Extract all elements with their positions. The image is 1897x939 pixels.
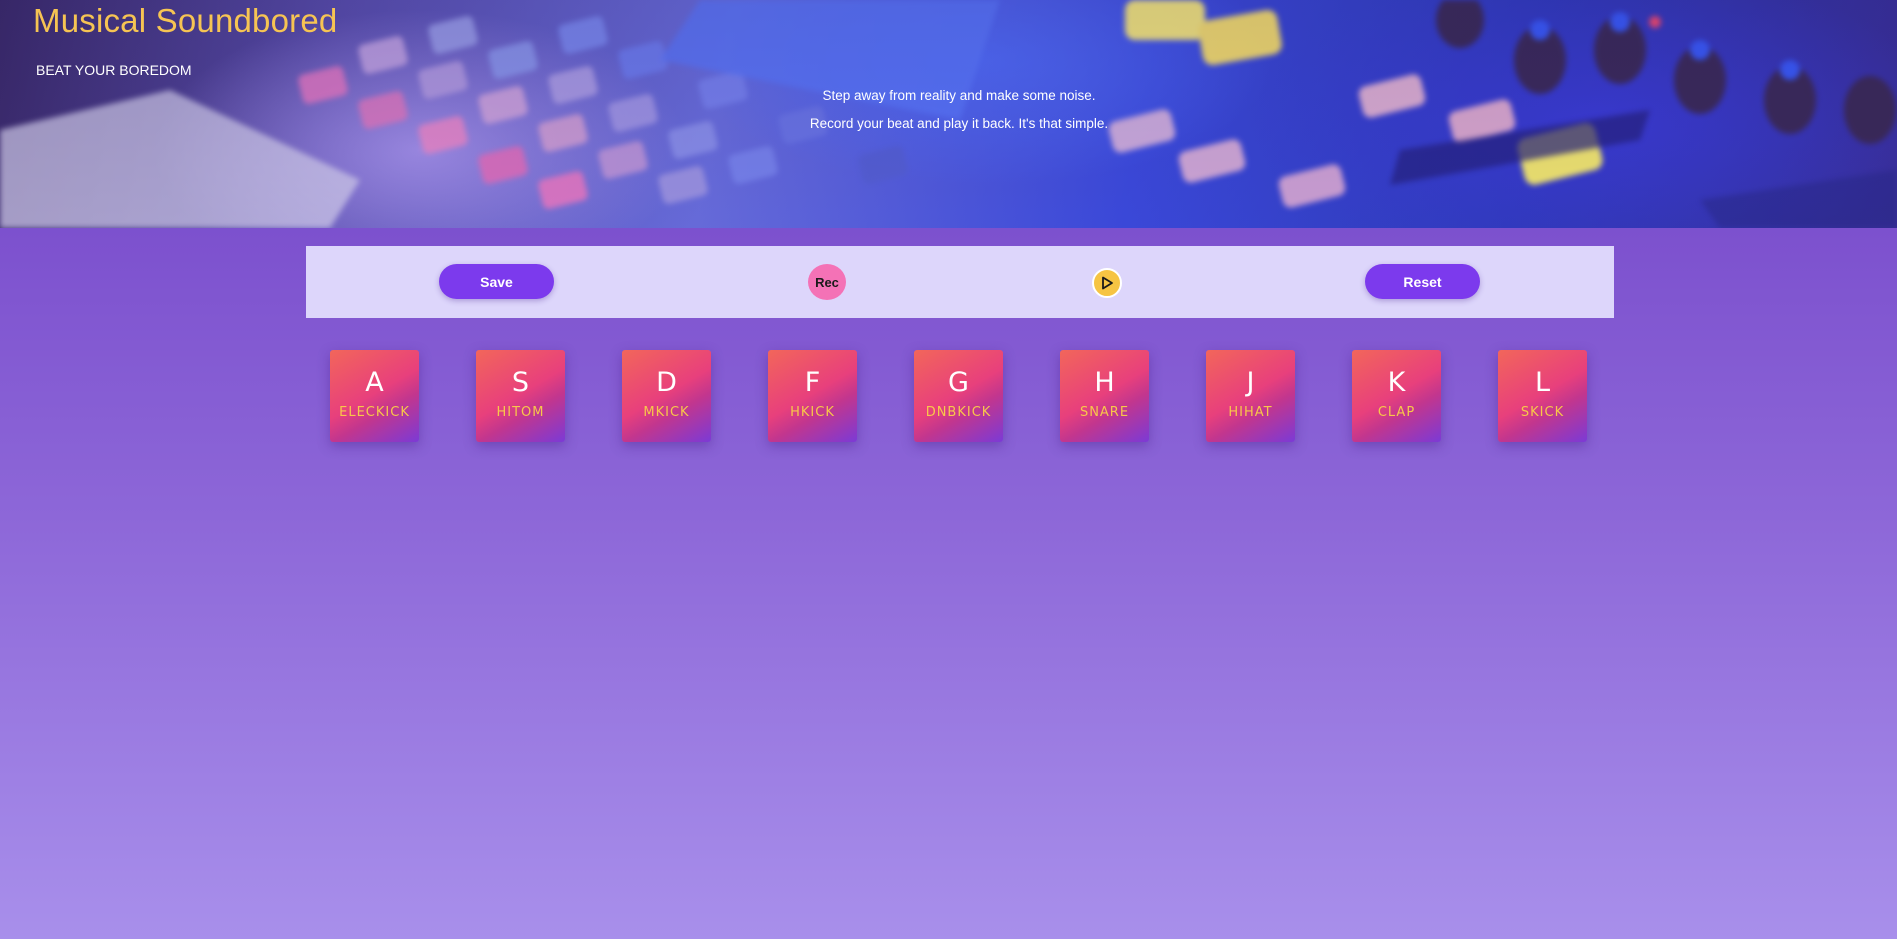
tagline: Step away from reality and make some noi… — [759, 82, 1159, 138]
drum-pad-h[interactable]: H SNARE — [1060, 350, 1149, 442]
tagline-line-1: Step away from reality and make some noi… — [822, 88, 1096, 103]
record-button[interactable]: Rec — [808, 264, 846, 300]
play-button[interactable] — [1092, 268, 1122, 298]
pad-key: K — [1387, 367, 1406, 398]
pad-key: J — [1246, 367, 1255, 398]
drum-pad-k[interactable]: K CLAP — [1352, 350, 1441, 442]
drum-pad-g[interactable]: G DNBKICK — [914, 350, 1003, 442]
tagline-line-2: Record your beat and play it back. It's … — [809, 116, 1109, 131]
drum-pad-l[interactable]: L SKICK — [1498, 350, 1587, 442]
pad-key: L — [1534, 367, 1551, 398]
drum-pad-a[interactable]: A ELECKICK — [330, 350, 419, 442]
pad-key: F — [804, 367, 821, 398]
pad-key: G — [948, 367, 969, 398]
drum-pad-f[interactable]: F HKICK — [768, 350, 857, 442]
save-button[interactable]: Save — [439, 264, 554, 299]
drum-pad-j[interactable]: J HIHAT — [1206, 350, 1295, 442]
play-icon — [1102, 276, 1113, 290]
pad-key: H — [1094, 367, 1115, 398]
pad-sound-label: HKICK — [790, 405, 835, 420]
pad-sound-label: ELECKICK — [339, 405, 410, 420]
app-title: Musical Soundbored — [33, 2, 338, 39]
pad-key: A — [365, 367, 384, 398]
drum-pad-d[interactable]: D MKICK — [622, 350, 711, 442]
pad-sound-label: DNBKICK — [925, 405, 992, 420]
pad-sound-label: CLAP — [1377, 405, 1416, 420]
pad-sound-label: SKICK — [1520, 405, 1565, 420]
hero-banner: Musical Soundbored BEAT YOUR BOREDOM Ste… — [0, 0, 1897, 228]
reset-button[interactable]: Reset — [1365, 264, 1480, 299]
pad-sound-label: HITOM — [496, 405, 545, 420]
pad-key: D — [656, 367, 677, 398]
drum-pad-s[interactable]: S HITOM — [476, 350, 565, 442]
controls-bar: Save Rec Reset — [306, 246, 1614, 318]
app-subtitle: BEAT YOUR BOREDOM — [36, 62, 192, 78]
pad-sound-label: SNARE — [1079, 405, 1130, 420]
pad-sound-label: HIHAT — [1228, 405, 1273, 420]
pad-sound-label: MKICK — [643, 405, 690, 420]
pad-key: S — [511, 367, 530, 398]
